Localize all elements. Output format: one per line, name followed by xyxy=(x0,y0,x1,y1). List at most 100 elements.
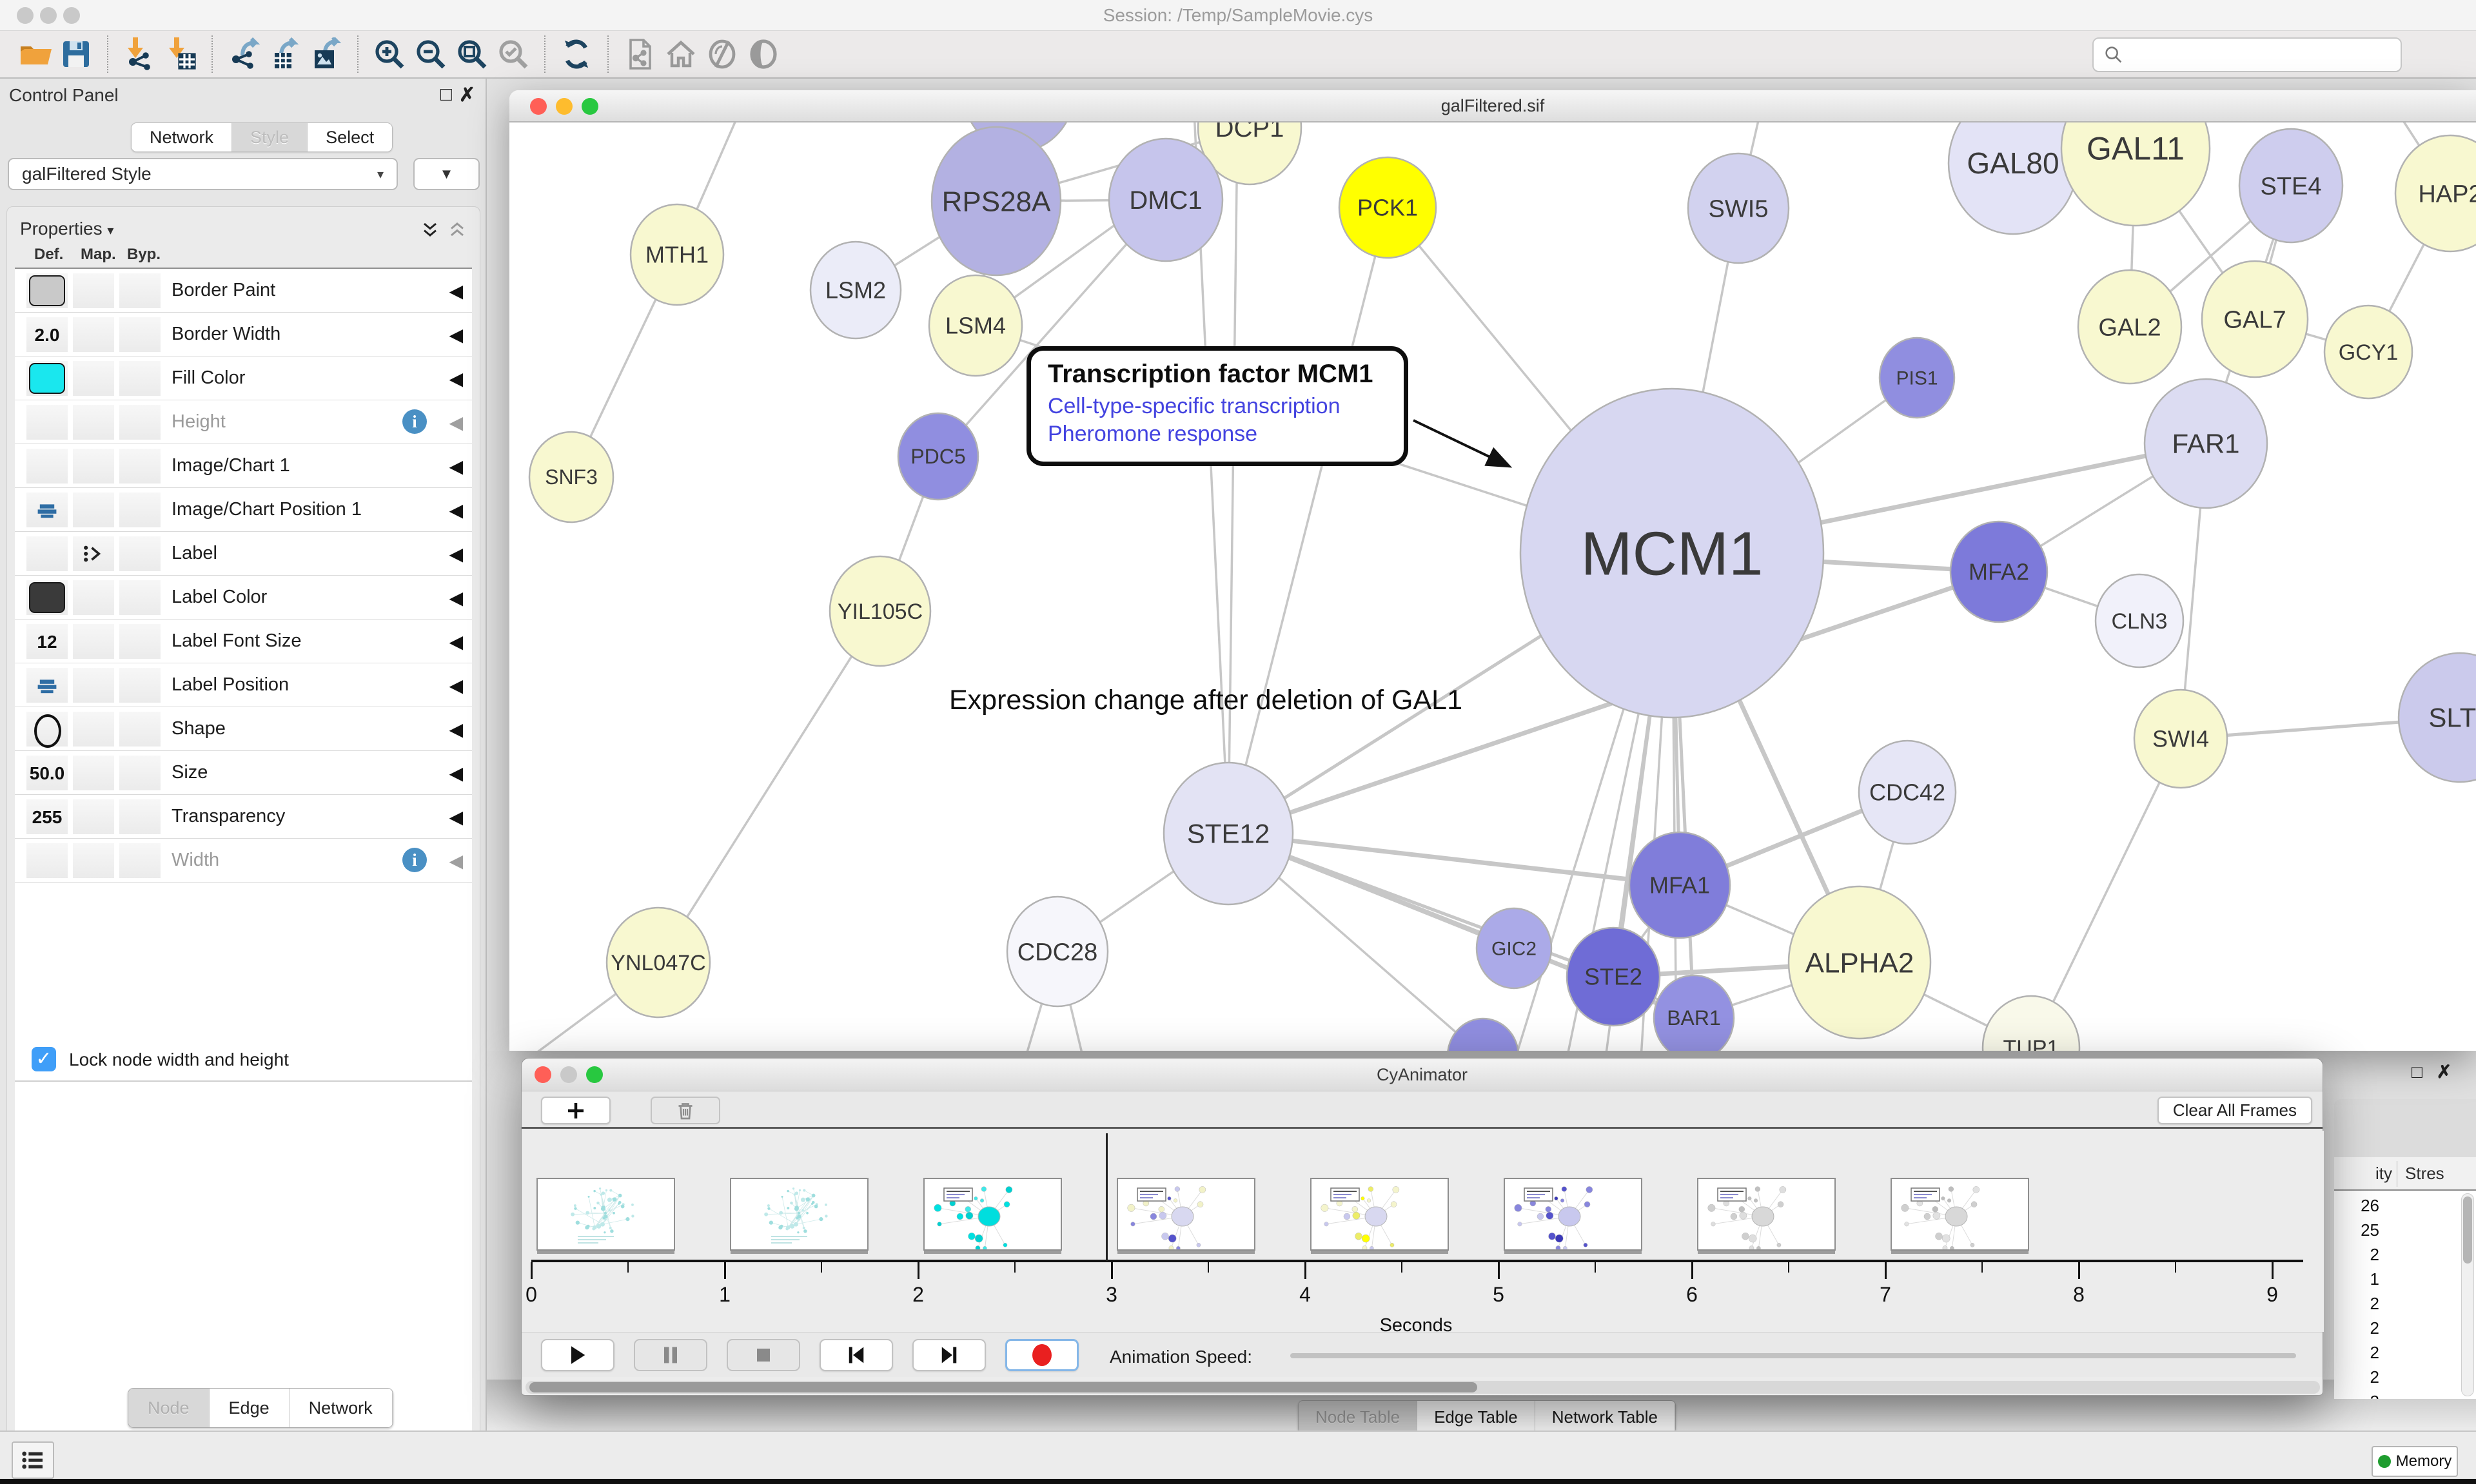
property-row-border-paint[interactable]: Border Paint◀ xyxy=(15,269,472,313)
info-icon[interactable]: i xyxy=(402,409,427,434)
mapping-cell[interactable] xyxy=(73,317,114,352)
property-row-label[interactable]: Label◀ xyxy=(15,532,472,576)
mapping-cell[interactable] xyxy=(73,273,114,308)
mapping-cell[interactable] xyxy=(73,536,114,571)
column-header-stress[interactable]: Stres xyxy=(2405,1164,2444,1184)
export-image-icon[interactable] xyxy=(306,35,347,73)
tab-style[interactable]: Style xyxy=(232,123,308,151)
table-cell-value[interactable]: 25 xyxy=(2334,1220,2379,1240)
table-vertical-scrollbar[interactable] xyxy=(2461,1193,2474,1396)
save-session-icon[interactable] xyxy=(55,35,97,73)
hide-details-icon[interactable] xyxy=(702,35,743,73)
bypass-cell[interactable] xyxy=(119,799,161,834)
frame-thumbnail-5[interactable] xyxy=(1504,1178,1642,1251)
mapping-cell[interactable] xyxy=(73,799,114,834)
show-details-icon[interactable] xyxy=(743,35,784,73)
property-row-transparency[interactable]: 255Transparency◀ xyxy=(15,795,472,839)
zoom-in-icon[interactable] xyxy=(369,35,410,73)
tab-network-table[interactable]: Network Table xyxy=(1535,1401,1675,1433)
clear-all-frames-button[interactable]: Clear All Frames xyxy=(2157,1097,2312,1124)
scrollbar-thumb[interactable] xyxy=(2463,1196,2472,1264)
property-row-image-chart-1[interactable]: Image/Chart 1◀ xyxy=(15,444,472,488)
play-button[interactable] xyxy=(541,1339,614,1371)
float-panel-icon[interactable]: □ xyxy=(2412,1062,2422,1082)
refresh-layout-icon[interactable] xyxy=(556,35,597,73)
expand-row-icon[interactable]: ◀ xyxy=(449,719,463,740)
import-network-icon[interactable] xyxy=(119,35,160,73)
mapping-cell[interactable] xyxy=(73,712,114,747)
expand-row-icon[interactable]: ◀ xyxy=(449,368,463,389)
delete-frame-button[interactable] xyxy=(651,1097,720,1124)
style-options-button[interactable]: ▼ xyxy=(413,158,480,190)
property-row-width[interactable]: Widthi◀ xyxy=(15,839,472,883)
bypass-cell[interactable] xyxy=(119,449,161,483)
default-cell[interactable] xyxy=(26,668,68,703)
tab-network-bottom[interactable]: Network xyxy=(290,1389,393,1427)
default-cell[interactable]: 2.0 xyxy=(26,317,68,352)
bypass-cell[interactable] xyxy=(119,317,161,352)
close-panel-icon[interactable]: ✗ xyxy=(459,84,475,106)
table-cell-value[interactable]: 2 xyxy=(2334,1367,2379,1387)
default-cell[interactable] xyxy=(26,361,68,396)
default-cell[interactable] xyxy=(26,536,68,571)
shape-ellipse-icon[interactable] xyxy=(34,714,61,748)
animation-speed-slider[interactable] xyxy=(1290,1353,2296,1358)
task-history-button[interactable] xyxy=(12,1441,54,1479)
table-cell-value[interactable]: 2 xyxy=(2334,1343,2379,1363)
mapping-cell[interactable] xyxy=(73,361,114,396)
expand-row-icon[interactable]: ◀ xyxy=(449,412,463,433)
bypass-cell[interactable] xyxy=(119,580,161,615)
expand-all-icon[interactable] xyxy=(420,220,440,239)
default-cell[interactable]: 50.0 xyxy=(26,756,68,790)
expand-row-icon[interactable]: ◀ xyxy=(449,500,463,521)
property-row-height[interactable]: Heighti◀ xyxy=(15,400,472,444)
table-cell-value[interactable]: 2 xyxy=(2334,1294,2379,1314)
style-selector[interactable]: galFiltered Style ▾ xyxy=(8,158,398,190)
property-row-image-chart-position-1[interactable]: Image/Chart Position 1◀ xyxy=(15,488,472,532)
frame-thumbnail-6[interactable] xyxy=(1697,1178,1836,1251)
search-field[interactable] xyxy=(2092,37,2402,72)
default-swatch[interactable] xyxy=(29,363,65,394)
export-network-icon[interactable] xyxy=(223,35,264,73)
expand-row-icon[interactable]: ◀ xyxy=(449,543,463,565)
skip-to-start-button[interactable] xyxy=(820,1339,893,1371)
property-row-label-font-size[interactable]: 12Label Font Size◀ xyxy=(15,620,472,663)
tab-select[interactable]: Select xyxy=(308,123,392,151)
default-value[interactable]: 2.0 xyxy=(26,325,68,346)
property-row-label-position[interactable]: Label Position◀ xyxy=(15,663,472,707)
frame-thumbnail-2[interactable] xyxy=(923,1178,1062,1251)
expand-row-icon[interactable]: ◀ xyxy=(449,324,463,346)
default-cell[interactable] xyxy=(26,712,68,747)
bypass-cell[interactable] xyxy=(119,493,161,527)
search-input[interactable] xyxy=(2125,45,2383,65)
annotation-box[interactable]: Transcription factor MCM1 Cell-type-spec… xyxy=(1027,346,1408,466)
close-panel-icon[interactable]: ✗ xyxy=(2437,1062,2451,1082)
network-window-titlebar[interactable]: galFiltered.sif xyxy=(509,90,2476,122)
timeline-playhead[interactable] xyxy=(1106,1133,1108,1261)
expand-row-icon[interactable]: ◀ xyxy=(449,631,463,652)
property-row-shape[interactable]: Shape◀ xyxy=(15,707,472,751)
bypass-cell[interactable] xyxy=(119,273,161,308)
import-table-icon[interactable] xyxy=(160,35,201,73)
table-cell-value[interactable]: 2 xyxy=(2334,1318,2379,1338)
record-button[interactable] xyxy=(1005,1339,1079,1371)
default-value[interactable]: 255 xyxy=(26,807,68,828)
bypass-cell[interactable] xyxy=(119,843,161,878)
default-swatch[interactable] xyxy=(29,582,65,613)
frame-thumbnail-0[interactable] xyxy=(536,1178,675,1251)
info-icon[interactable]: i xyxy=(402,848,427,872)
tab-node[interactable]: Node xyxy=(128,1389,210,1427)
mapping-cell[interactable] xyxy=(73,405,114,440)
mapping-cell[interactable] xyxy=(73,493,114,527)
bypass-cell[interactable] xyxy=(119,405,161,440)
default-swatch[interactable] xyxy=(29,275,65,306)
export-table-icon[interactable] xyxy=(264,35,306,73)
default-value[interactable]: 12 xyxy=(26,632,68,652)
bypass-cell[interactable] xyxy=(119,668,161,703)
zoom-fit-icon[interactable] xyxy=(451,35,493,73)
zoom-out-icon[interactable] xyxy=(410,35,451,73)
default-cell[interactable]: 255 xyxy=(26,799,68,834)
bypass-cell[interactable] xyxy=(119,361,161,396)
copy-view-icon[interactable] xyxy=(619,35,660,73)
default-cell[interactable] xyxy=(26,405,68,440)
